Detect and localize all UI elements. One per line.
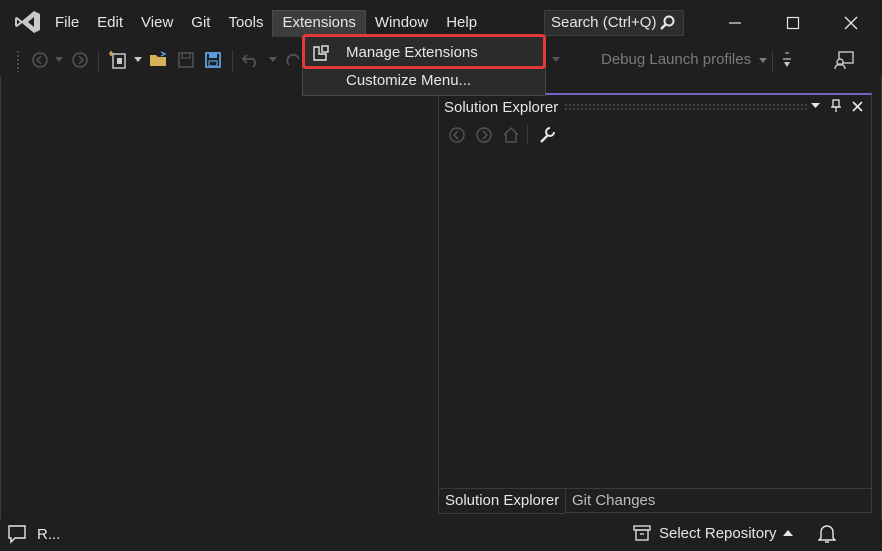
wrench-icon xyxy=(540,127,555,143)
back-dropdown[interactable] xyxy=(52,50,66,70)
save-all-icon xyxy=(205,52,221,68)
undo-dropdown[interactable] xyxy=(266,50,280,70)
pin-icon xyxy=(831,99,841,112)
minimize-icon xyxy=(729,22,741,24)
tab-git-changes[interactable]: Git Changes xyxy=(566,489,661,513)
se-back-button[interactable] xyxy=(447,125,467,145)
visual-studio-logo-icon xyxy=(15,11,40,33)
close-icon xyxy=(844,16,858,30)
menu-extensions[interactable]: Extensions xyxy=(272,10,366,37)
chevron-down-icon xyxy=(759,58,768,63)
se-forward-button[interactable] xyxy=(474,125,494,145)
undo-button[interactable] xyxy=(240,50,262,70)
navigate-back-button[interactable] xyxy=(30,50,50,70)
redo-icon xyxy=(286,53,300,66)
editor-area xyxy=(2,76,438,512)
chevron-down-icon xyxy=(810,103,820,108)
panel-tabs: Solution Explorer Git Changes xyxy=(438,488,872,514)
panel-close-button[interactable] xyxy=(849,98,865,114)
chevron-down-icon xyxy=(552,57,560,62)
solution-explorer-panel: Solution Explorer xyxy=(438,93,872,513)
tab-solution-explorer[interactable]: Solution Explorer xyxy=(438,489,567,514)
menu-help[interactable]: Help xyxy=(437,10,486,36)
minimize-button[interactable] xyxy=(720,10,750,36)
chevron-down-icon xyxy=(134,57,142,62)
toolbar-separator xyxy=(232,50,233,72)
menu-view[interactable]: View xyxy=(132,10,182,36)
menu-file[interactable]: File xyxy=(46,10,88,36)
select-repository-button[interactable]: Select Repository xyxy=(632,523,793,543)
highlight-box xyxy=(302,34,546,69)
toolbar-separator xyxy=(772,50,773,72)
solution-explorer-title: Solution Explorer xyxy=(444,99,559,116)
close-icon xyxy=(851,100,863,112)
save-button[interactable] xyxy=(176,50,196,70)
menu-git[interactable]: Git xyxy=(182,10,219,36)
search-icon xyxy=(660,15,675,30)
customize-menu-item[interactable]: Customize Menu... xyxy=(303,67,545,95)
feedback-icon xyxy=(834,51,854,70)
maximize-button[interactable] xyxy=(778,10,808,36)
solution-config-dropdown[interactable] xyxy=(546,50,566,70)
se-home-button[interactable] xyxy=(501,125,521,145)
status-text: R... xyxy=(37,526,61,543)
pin-button[interactable] xyxy=(828,98,844,114)
customize-menu-label: Customize Menu... xyxy=(346,72,472,89)
back-icon xyxy=(32,52,48,68)
menu-window[interactable]: Window xyxy=(366,10,437,36)
se-properties-button[interactable] xyxy=(537,125,557,145)
toolbar-overflow-button[interactable] xyxy=(778,50,796,70)
panel-grip[interactable] xyxy=(564,103,809,111)
repository-icon xyxy=(633,525,651,541)
save-icon xyxy=(178,52,194,68)
debug-profiles-label: Debug Launch profiles xyxy=(601,51,752,68)
navigate-forward-button[interactable] xyxy=(70,50,90,70)
toolbar-separator xyxy=(98,50,99,72)
save-all-button[interactable] xyxy=(202,50,224,70)
search-box[interactable]: Search (Ctrl+Q) xyxy=(544,10,684,36)
forward-icon xyxy=(476,127,492,143)
close-button[interactable] xyxy=(836,10,866,36)
status-bar: R... Select Repository xyxy=(0,519,882,551)
overflow-chevron-icon xyxy=(783,52,791,67)
back-icon xyxy=(449,127,465,143)
chevron-down-icon xyxy=(55,57,63,62)
chevron-up-icon xyxy=(782,529,793,536)
menu-bar: File Edit View Git Tools Extensions Wind… xyxy=(46,10,486,37)
menu-edit[interactable]: Edit xyxy=(88,10,132,36)
forward-icon xyxy=(72,52,88,68)
select-repository-label: Select Repository xyxy=(659,524,777,542)
live-share-button[interactable] xyxy=(832,50,856,70)
toolbar-grip[interactable] xyxy=(16,50,20,72)
undo-icon xyxy=(241,54,256,68)
maximize-icon xyxy=(786,16,800,30)
new-project-icon xyxy=(109,51,126,69)
feedback-bubble-icon xyxy=(8,525,26,544)
open-folder-icon xyxy=(150,51,167,66)
home-icon xyxy=(503,127,519,143)
chevron-down-icon xyxy=(269,57,277,62)
toolbar-separator xyxy=(527,125,528,145)
new-project-dropdown[interactable] xyxy=(132,50,144,70)
open-file-button[interactable] xyxy=(148,50,170,70)
menu-tools[interactable]: Tools xyxy=(219,10,272,36)
new-project-button[interactable] xyxy=(108,50,130,70)
search-placeholder: Search (Ctrl+Q) xyxy=(551,14,657,31)
redo-button[interactable] xyxy=(284,50,304,70)
debug-launch-profiles[interactable]: Debug Launch profiles xyxy=(601,51,768,68)
panel-options-button[interactable] xyxy=(807,98,823,114)
bell-icon[interactable] xyxy=(818,524,836,544)
